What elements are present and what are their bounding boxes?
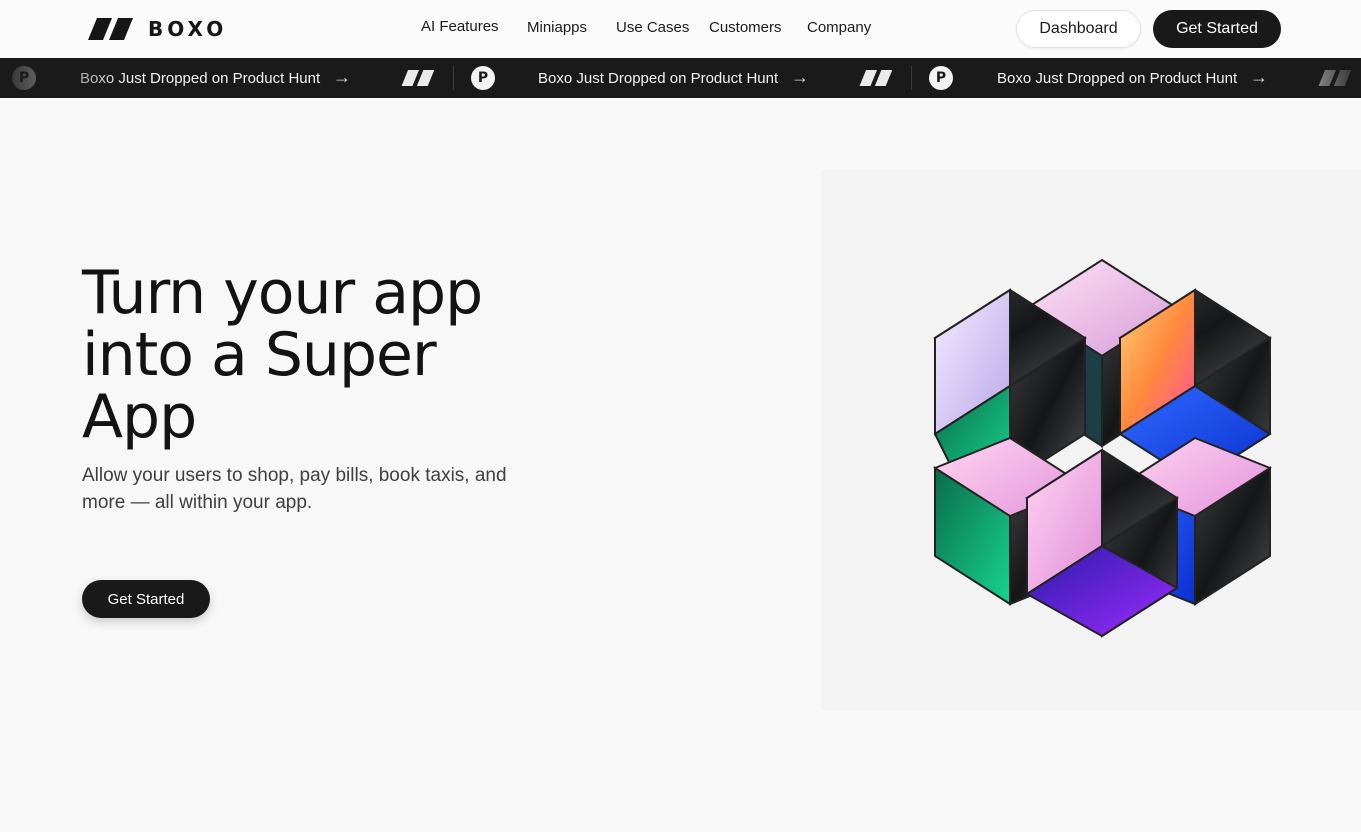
arrow-right-icon: → xyxy=(333,67,351,87)
nav-miniapps[interactable]: Miniapps xyxy=(527,19,587,36)
get-started-button[interactable]: Get Started xyxy=(1153,10,1281,48)
product-hunt-icon: P xyxy=(929,58,953,98)
ticker-fade-left xyxy=(0,58,130,98)
arrow-right-icon: → xyxy=(791,67,809,87)
ticker-text[interactable]: Boxo Just Dropped on Product Hunt xyxy=(997,70,1237,87)
cubes-illustration xyxy=(933,258,1272,638)
boxo-logo-icon xyxy=(88,18,133,40)
brand-name: BOXO xyxy=(148,17,228,41)
arrow-right-icon: → xyxy=(1250,67,1268,87)
dashboard-button[interactable]: Dashboard xyxy=(1016,10,1141,48)
nav-ai-features[interactable]: AI Features xyxy=(421,18,499,35)
hero-subtitle: Allow your users to shop, pay bills, boo… xyxy=(82,465,507,513)
product-hunt-icon: P xyxy=(471,58,495,98)
ticker-divider xyxy=(911,66,912,90)
nav-use-cases[interactable]: Use Cases xyxy=(616,19,689,36)
hero-title: Turn your app into a Super App xyxy=(82,258,483,452)
ticker-divider xyxy=(453,66,454,90)
site-header: BOXO AI Features Miniapps Use Cases Cust… xyxy=(0,0,1361,58)
announcement-ticker[interactable]: P Boxo Just Dropped on Product Hunt → P … xyxy=(0,58,1361,98)
boxo-logo-icon xyxy=(859,70,893,86)
ticker-fade-right xyxy=(1271,58,1361,98)
ticker-text[interactable]: Boxo Just Dropped on Product Hunt xyxy=(538,70,778,87)
boxo-logo-icon xyxy=(401,70,435,86)
nav-company[interactable]: Company xyxy=(807,19,871,36)
brand-logo[interactable]: BOXO xyxy=(88,17,227,41)
hero-visual xyxy=(822,170,1361,710)
nav-customers[interactable]: Customers xyxy=(709,19,782,36)
hero-get-started-button[interactable]: Get Started xyxy=(82,580,210,618)
